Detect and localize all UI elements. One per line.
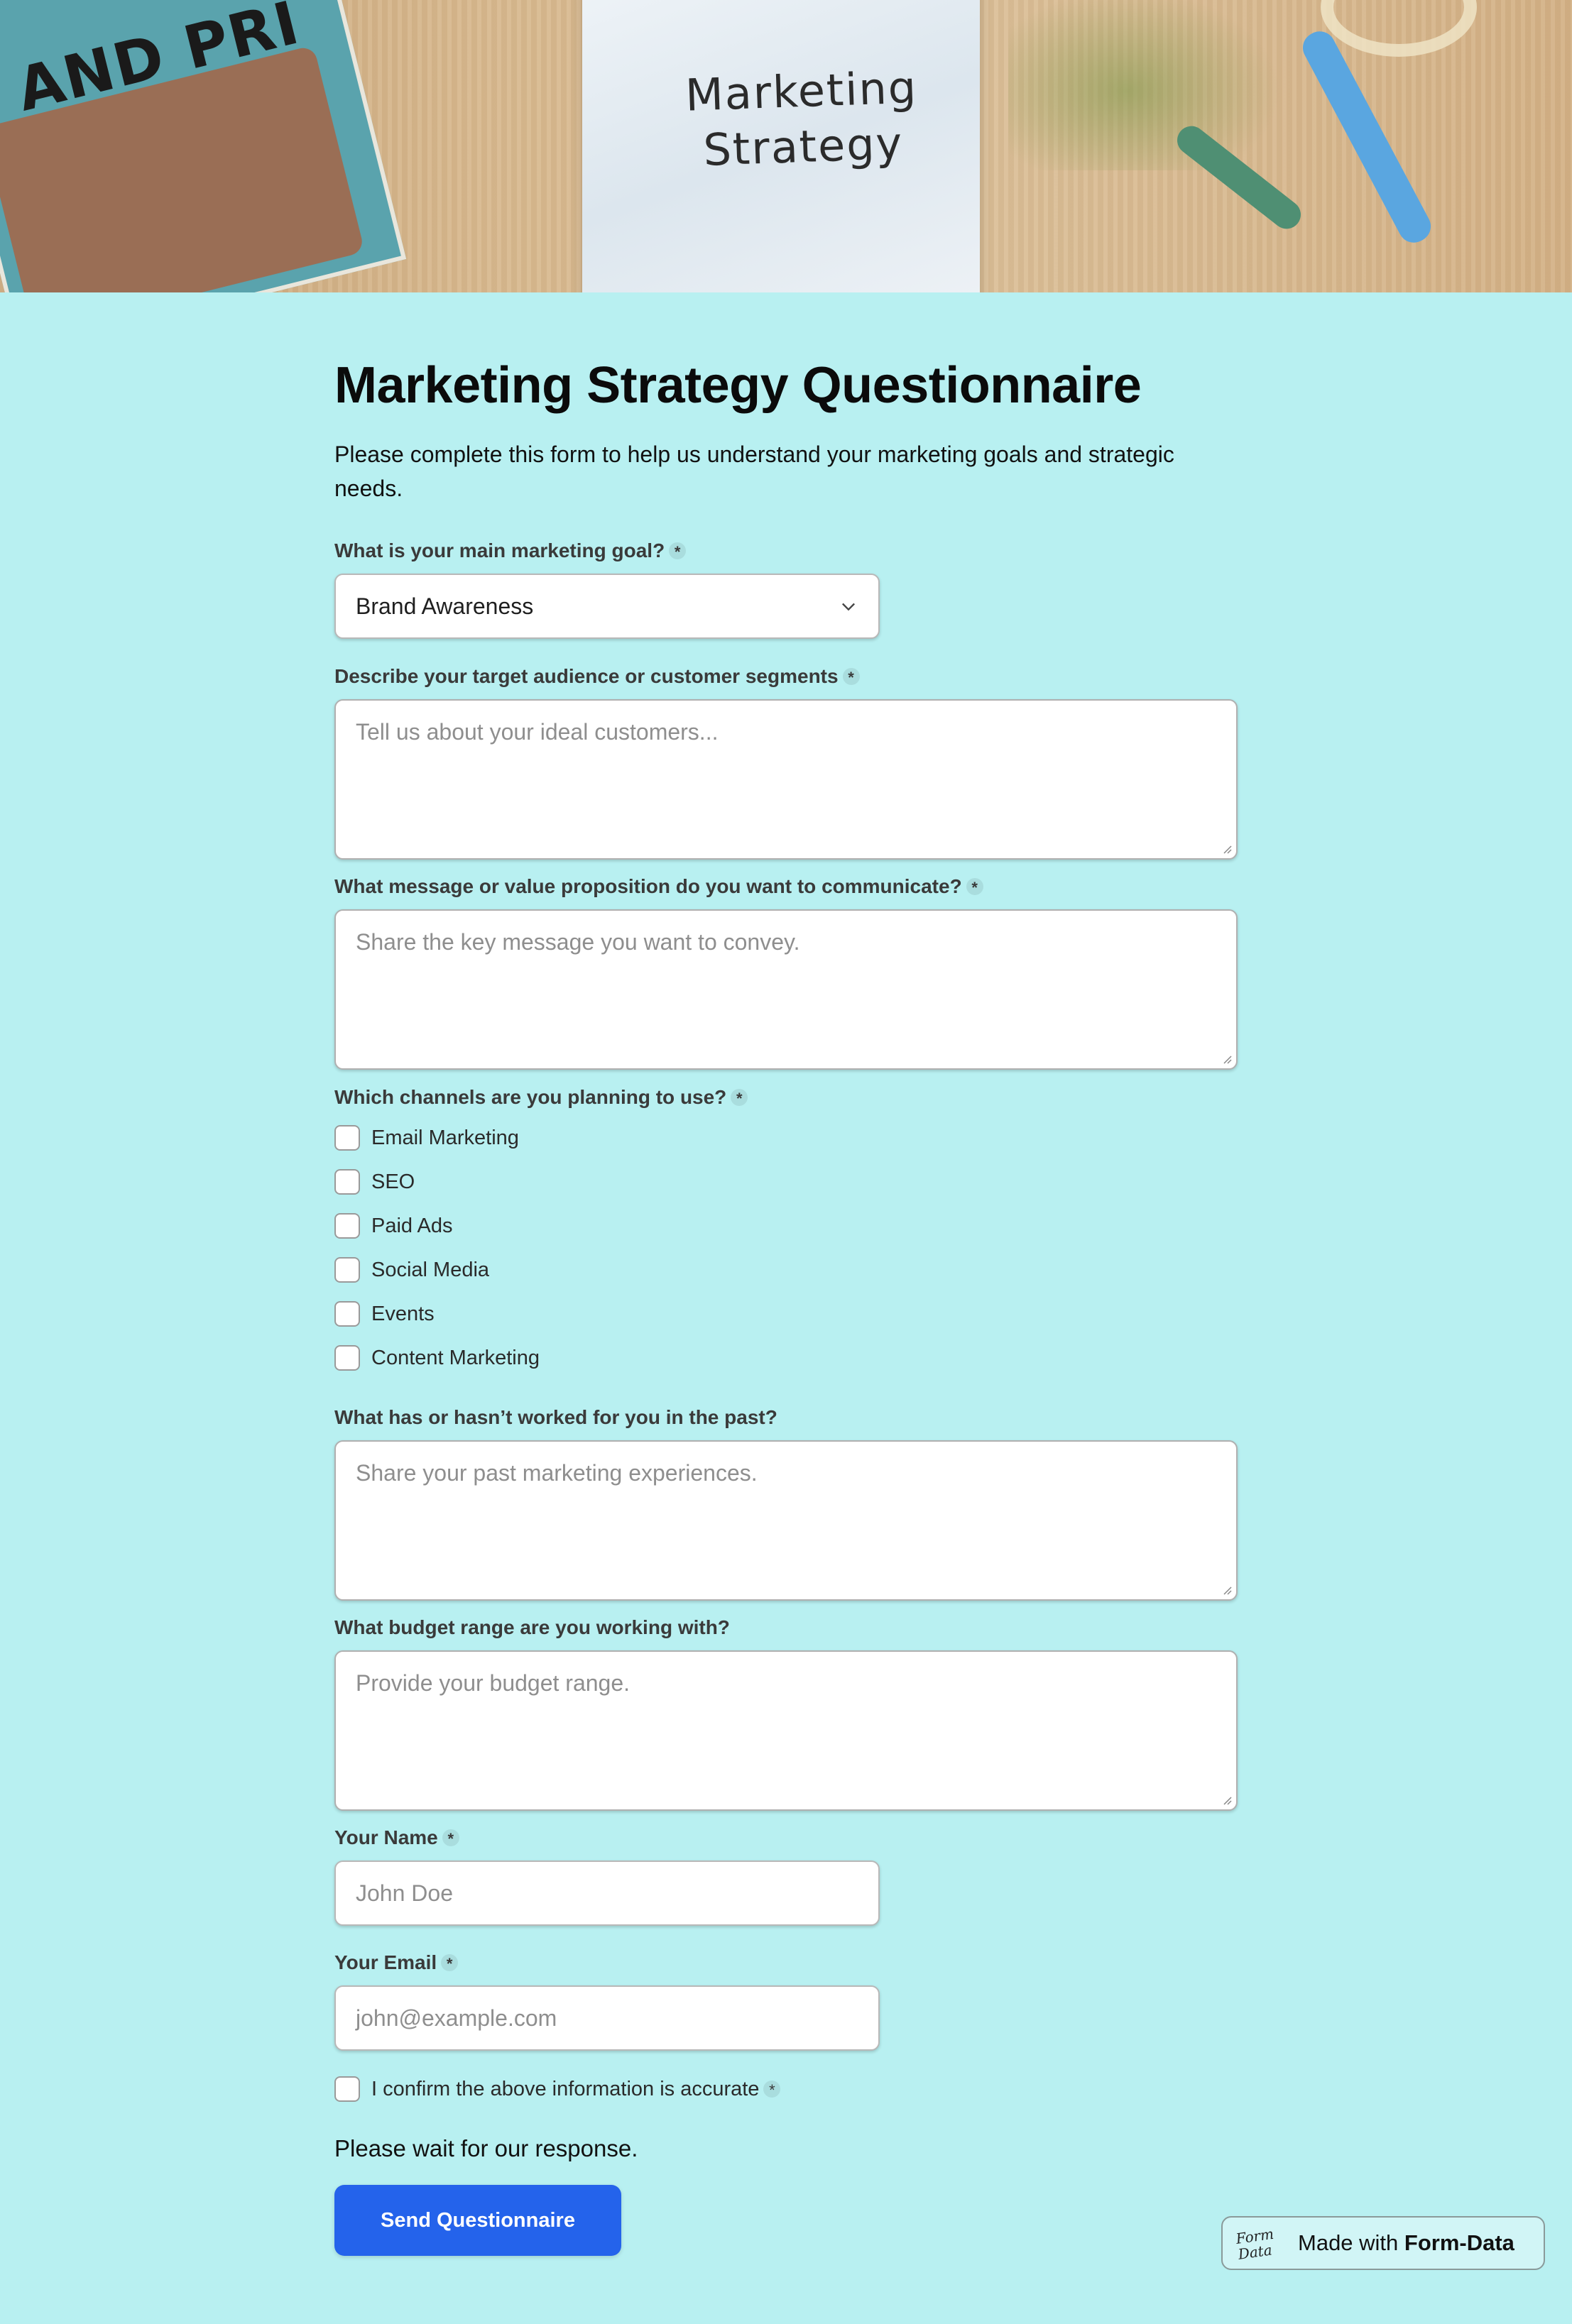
required-marker: *	[763, 2081, 781, 2099]
audience-textarea[interactable]: Tell us about your ideal customers...	[334, 699, 1238, 860]
checkbox[interactable]	[334, 1257, 360, 1283]
channel-option-label: Paid Ads	[371, 1214, 453, 1237]
channel-option-social-media[interactable]: Social Media	[334, 1248, 748, 1292]
paper-handwriting: Marketing Strategy	[679, 60, 924, 179]
required-marker: *	[441, 1954, 459, 1973]
chevron-down-icon	[842, 603, 855, 611]
email-label-text: Your Email	[334, 1951, 437, 1973]
channel-option-seo[interactable]: SEO	[334, 1160, 748, 1204]
budget-textarea[interactable]: Provide your budget range.	[334, 1650, 1238, 1811]
name-label-text: Your Name	[334, 1826, 438, 1848]
wait-message: Please wait for our response.	[334, 2135, 638, 2162]
audience-placeholder: Tell us about your ideal customers...	[356, 719, 719, 745]
required-marker: *	[669, 542, 687, 561]
send-questionnaire-button[interactable]: Send Questionnaire	[334, 2185, 621, 2256]
email-label: Your Email *	[334, 1950, 880, 1975]
questionnaire-form: Marketing Strategy Questionnaire Please …	[334, 355, 1238, 505]
required-marker: *	[842, 668, 860, 686]
budget-field: What budget range are you working with? …	[334, 1615, 1238, 1811]
channel-option-label: Email Marketing	[371, 1126, 519, 1149]
page-title: Marketing Strategy Questionnaire	[334, 357, 1142, 414]
confirm-checkbox[interactable]	[334, 2076, 360, 2102]
confirm-label: I confirm the above information is accur…	[371, 2077, 760, 2100]
past-textarea[interactable]: Share your past marketing experiences.	[334, 1440, 1238, 1601]
checkbox[interactable]	[334, 1213, 360, 1239]
audience-field: Describe your target audience or custome…	[334, 664, 1238, 860]
channel-option-content-marketing[interactable]: Content Marketing	[334, 1336, 748, 1380]
badge-brand: Form-Data	[1404, 2230, 1514, 2255]
channel-option-events[interactable]: Events	[334, 1292, 748, 1336]
confirm-field: I confirm the above information is accur…	[334, 2067, 781, 2111]
name-field: Your Name * John Doe	[334, 1825, 880, 1926]
goal-select-value: Brand Awareness	[356, 593, 534, 619]
channels-field: Which channels are you planning to use? …	[334, 1085, 748, 1380]
budget-placeholder: Provide your budget range.	[356, 1670, 631, 1696]
channel-option-label: SEO	[371, 1170, 415, 1193]
budget-label: What budget range are you working with?	[334, 1615, 1238, 1640]
message-placeholder: Share the key message you want to convey…	[356, 929, 800, 955]
email-input[interactable]: john@example.com	[334, 1985, 880, 2051]
past-field: What has or hasn’t worked for you in the…	[334, 1405, 1238, 1601]
plant-image	[1008, 0, 1306, 170]
name-input[interactable]: John Doe	[334, 1860, 880, 1926]
channels-label: Which channels are you planning to use? …	[334, 1085, 748, 1110]
checkbox[interactable]	[334, 1301, 360, 1327]
badge-prefix: Made with	[1298, 2230, 1404, 2255]
required-marker: *	[966, 878, 983, 897]
channel-option-paid-ads[interactable]: Paid Ads	[334, 1204, 748, 1248]
hero-banner: AND PRI Marketing Strategy	[0, 0, 1572, 292]
wait-text: Please wait for our response.	[334, 2135, 638, 2161]
channel-option-label: Content Marketing	[371, 1346, 540, 1369]
checkbox[interactable]	[334, 1169, 360, 1195]
resize-handle-icon[interactable]	[1221, 1584, 1232, 1595]
audience-label-text: Describe your target audience or custome…	[334, 665, 839, 687]
message-label-text: What message or value proposition do you…	[334, 875, 962, 897]
required-marker: *	[442, 1829, 459, 1848]
past-label-text: What has or hasn’t worked for you in the…	[334, 1406, 777, 1428]
audience-label: Describe your target audience or custome…	[334, 664, 1238, 689]
message-field: What message or value proposition do you…	[334, 874, 1238, 1070]
checkbox[interactable]	[334, 1345, 360, 1371]
submit-container: Send Questionnaire	[334, 2185, 621, 2256]
channel-option-label: Social Media	[371, 1258, 490, 1281]
message-textarea[interactable]: Share the key message you want to convey…	[334, 909, 1238, 1070]
badge-text: Made with Form-Data	[1298, 2230, 1514, 2256]
channels-list: Email Marketing SEO Paid Ads Social Medi…	[334, 1116, 748, 1380]
email-field: Your Email * john@example.com	[334, 1950, 880, 2051]
budget-label-text: What budget range are you working with?	[334, 1616, 730, 1638]
confirm-option[interactable]: I confirm the above information is accur…	[334, 2067, 781, 2111]
made-with-badge[interactable]: Form Data Made with Form-Data	[1221, 2216, 1545, 2270]
goal-label: What is your main marketing goal? *	[334, 538, 880, 564]
message-label: What message or value proposition do you…	[334, 874, 1238, 899]
paper-line-2: Strategy	[702, 117, 905, 176]
form-data-logo-icon: Form Data	[1234, 2218, 1291, 2267]
past-placeholder: Share your past marketing experiences.	[356, 1460, 758, 1486]
resize-handle-icon[interactable]	[1221, 843, 1232, 854]
email-placeholder: john@example.com	[356, 2005, 557, 2031]
name-placeholder: John Doe	[356, 1880, 453, 1906]
channel-option-email[interactable]: Email Marketing	[334, 1116, 748, 1160]
resize-handle-icon[interactable]	[1221, 1053, 1232, 1064]
name-label: Your Name *	[334, 1825, 880, 1851]
past-label: What has or hasn’t worked for you in the…	[334, 1405, 1238, 1430]
required-marker: *	[731, 1089, 748, 1107]
channels-label-text: Which channels are you planning to use?	[334, 1086, 727, 1108]
goal-select[interactable]: Brand Awareness	[334, 574, 880, 639]
resize-handle-icon[interactable]	[1221, 1794, 1232, 1805]
goal-label-text: What is your main marketing goal?	[334, 539, 665, 561]
paper-line-1: Marketing	[684, 61, 919, 121]
page-subtitle: Please complete this form to help us und…	[334, 442, 1174, 502]
goal-field: What is your main marketing goal? * Bran…	[334, 538, 880, 639]
checkbox[interactable]	[334, 1125, 360, 1151]
channel-option-label: Events	[371, 1302, 435, 1325]
